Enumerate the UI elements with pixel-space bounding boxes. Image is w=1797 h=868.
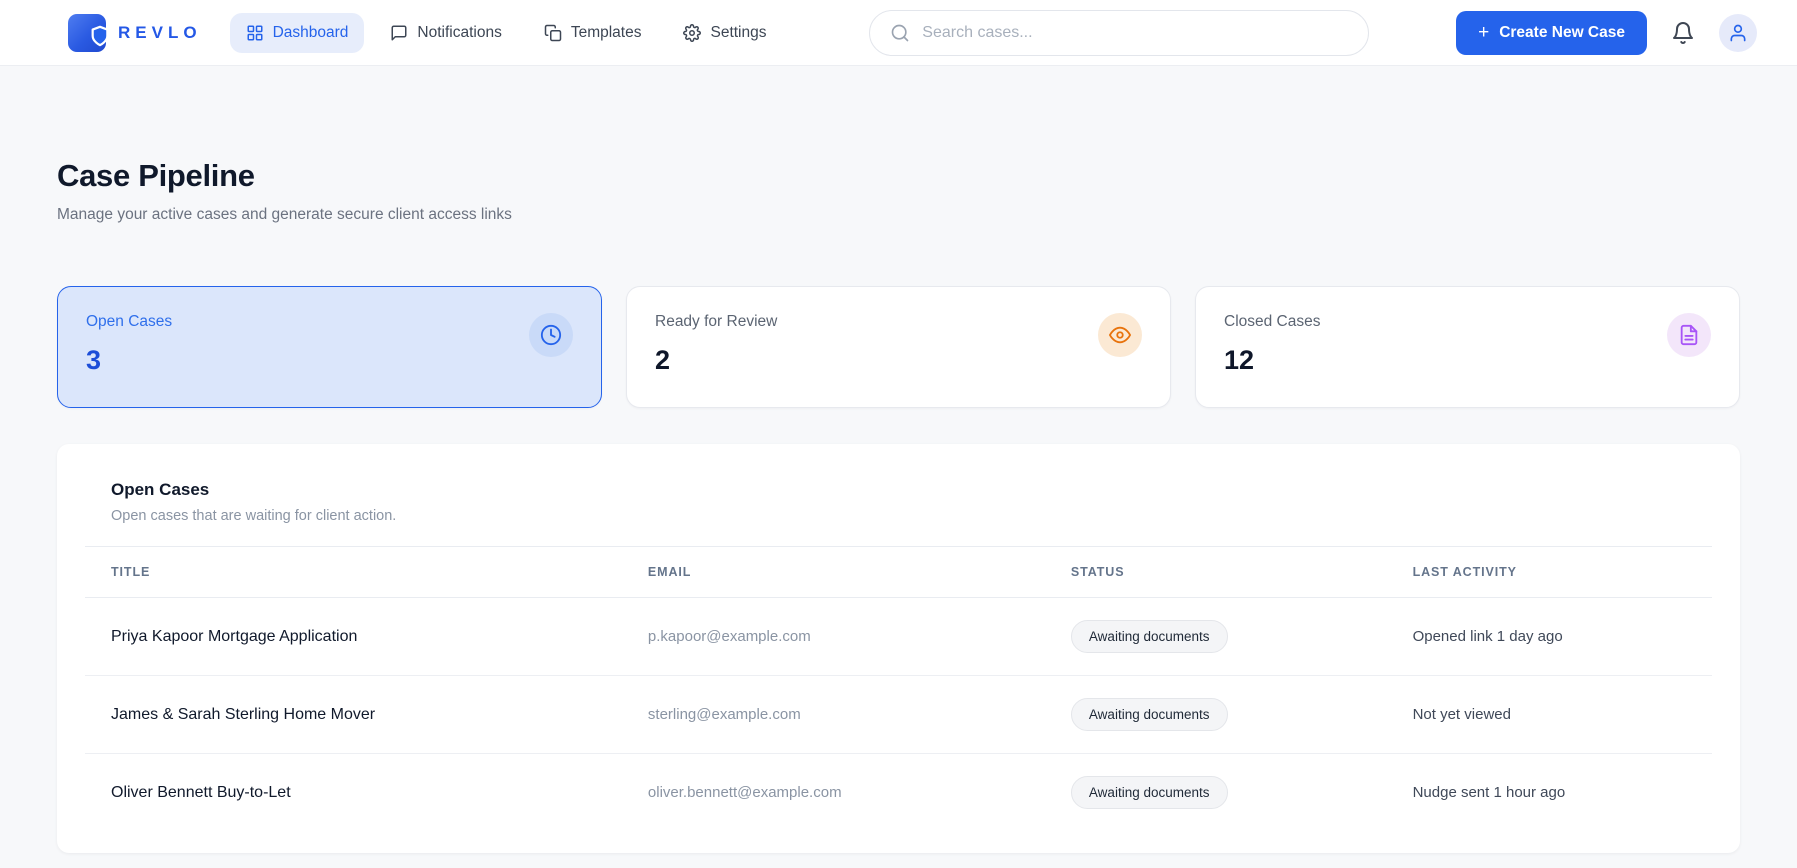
document-icon (1667, 313, 1711, 357)
search-area (811, 9, 1429, 56)
open-cases-panel: Open Cases Open cases that are waiting f… (57, 444, 1740, 853)
nav-item-label: Templates (570, 23, 642, 41)
search-input[interactable] (922, 23, 1349, 42)
brand-logo (68, 13, 109, 52)
user-icon (1730, 24, 1746, 41)
table-title: Open Cases (111, 480, 210, 499)
case-email: oliver.bennett@example.com (647, 784, 842, 801)
stat-card-ready-for-review[interactable]: Ready for Review 2 (626, 286, 1171, 408)
nav-item-label: Dashboard (272, 23, 349, 41)
brand-name: REVLO (118, 22, 202, 42)
nav-item-notifications[interactable]: Notifications (374, 13, 517, 53)
case-title: Priya Kapoor Mortgage Application (85, 597, 622, 676)
chat-icon (391, 25, 407, 40)
main-content: Case Pipeline Manage your active cases a… (0, 158, 1797, 853)
column-header-last-activity: LAST ACTIVITY (1386, 546, 1712, 598)
stat-value: 3 (86, 345, 102, 375)
nav-item-label: Settings (710, 23, 767, 41)
stat-label: Open Cases (86, 313, 173, 330)
column-header-status: STATUS (1044, 546, 1387, 598)
case-title: James & Sarah Sterling Home Mover (85, 675, 622, 754)
table-heading: Open Cases Open cases that are waiting f… (85, 480, 1712, 524)
bell-icon (1673, 21, 1693, 44)
plus-icon: + (1478, 22, 1490, 43)
table-header-row: TITLE EMAIL STATUS LAST ACTIVITY (85, 546, 1712, 598)
brand: REVLO (68, 13, 202, 52)
cases-table: TITLE EMAIL STATUS LAST ACTIVITY Priya K… (85, 546, 1712, 831)
create-new-case-label: Create New Case (1499, 23, 1625, 41)
column-header-title: TITLE (85, 546, 622, 598)
nav-item-label: Notifications (417, 23, 502, 41)
stat-label: Ready for Review (655, 313, 778, 330)
case-last-activity: Opened link 1 day ago (1386, 597, 1712, 676)
table-row[interactable]: Oliver Bennett Buy-to-Let oliver.bennett… (85, 754, 1712, 832)
table-subtitle: Open cases that are waiting for client a… (111, 508, 397, 524)
case-last-activity: Not yet viewed (1386, 675, 1712, 754)
case-title: Oliver Bennett Buy-to-Let (111, 783, 291, 801)
table-row[interactable]: Priya Kapoor Mortgage Application p.kapo… (85, 597, 1712, 676)
table-row[interactable]: James & Sarah Sterling Home Mover sterli… (85, 675, 1712, 754)
page-subtitle: Manage your active cases and generate se… (57, 206, 512, 223)
search-icon (891, 24, 909, 41)
copy-icon (544, 24, 562, 41)
gear-icon (683, 23, 702, 42)
search-box (869, 9, 1370, 56)
stat-value: 12 (1224, 345, 1255, 375)
notifications-bell-button[interactable] (1671, 21, 1695, 45)
nav-item-templates[interactable]: Templates (528, 13, 658, 53)
case-last-activity: Nudge sent 1 hour ago (1412, 784, 1566, 801)
stat-card-open-cases[interactable]: Open Cases 3 (57, 286, 602, 408)
grid-icon (247, 25, 263, 40)
stat-label: Closed Cases (1224, 313, 1321, 330)
eye-icon (1098, 313, 1142, 357)
user-avatar[interactable] (1719, 13, 1757, 52)
status-badge: Awaiting documents (1070, 698, 1228, 731)
header-actions: + Create New Case (1456, 10, 1757, 55)
case-email: p.kapoor@example.com (621, 597, 1045, 676)
status-badge: Awaiting documents (1070, 776, 1228, 809)
column-header-email: EMAIL (621, 546, 1045, 598)
nav-item-settings[interactable]: Settings (667, 13, 782, 53)
page-title: Case Pipeline (57, 158, 255, 193)
shield-icon (91, 25, 109, 46)
stat-cards: Open Cases 3 Ready for Review 2 Closed C… (57, 286, 1740, 408)
clock-icon (529, 313, 573, 357)
nav-item-dashboard[interactable]: Dashboard (229, 12, 365, 53)
case-email: sterling@example.com (621, 675, 1045, 754)
top-navigation: REVLO Dashboard Notifications Templates (0, 0, 1797, 66)
stat-card-closed-cases[interactable]: Closed Cases 12 (1195, 286, 1740, 408)
create-new-case-button[interactable]: + Create New Case (1456, 10, 1647, 55)
primary-nav: Dashboard Notifications Templates Settin… (229, 12, 783, 53)
stat-value: 2 (655, 345, 671, 375)
status-badge: Awaiting documents (1070, 620, 1228, 653)
